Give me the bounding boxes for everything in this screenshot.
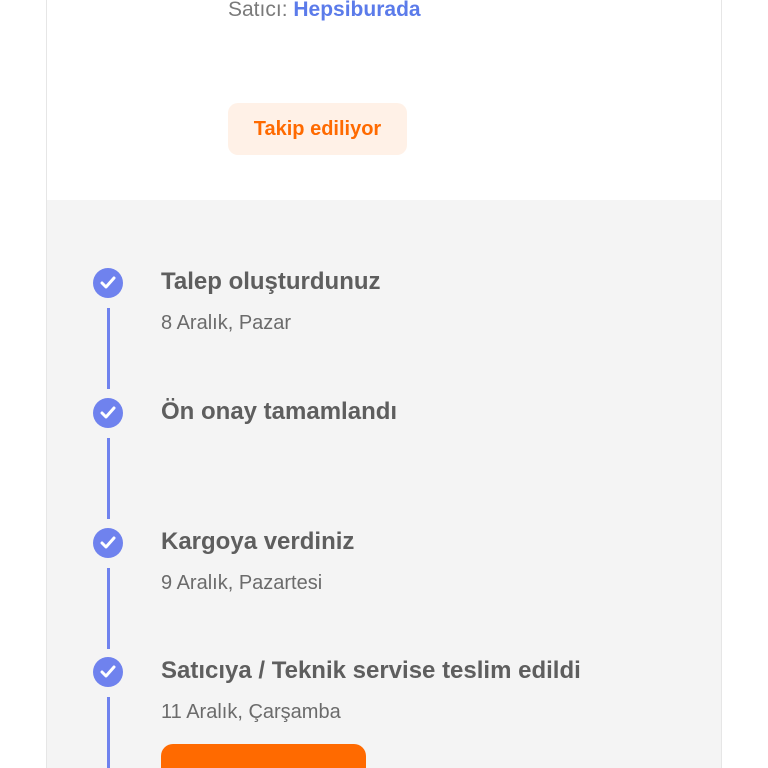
tracking-status-button[interactable]: Takip ediliyor bbox=[228, 103, 407, 155]
step-title: Kargoya verdiniz bbox=[161, 528, 355, 555]
timeline-connector bbox=[107, 697, 110, 768]
seller-name-link[interactable]: Hepsiburada bbox=[293, 0, 420, 21]
timeline-connector bbox=[107, 568, 110, 649]
step-date: 11 Aralık, Çarşamba bbox=[161, 701, 341, 723]
check-circle-icon bbox=[93, 657, 123, 687]
page-frame: Satıcı: Hepsiburada Takip ediliyor Talep… bbox=[46, 0, 722, 768]
seller-label: Satıcı: bbox=[228, 0, 288, 21]
step-title: Ön onay tamamlandı bbox=[161, 398, 398, 425]
check-circle-icon bbox=[93, 268, 123, 298]
step-title: Satıcıya / Teknik servise teslim edildi bbox=[161, 657, 581, 684]
step-action-button[interactable] bbox=[161, 744, 366, 768]
timeline-connector bbox=[107, 308, 110, 389]
timeline-panel: Talep oluşturdunuz 8 Aralık, Pazar Ön on… bbox=[47, 200, 721, 768]
seller-info: Satıcı: Hepsiburada bbox=[228, 0, 421, 22]
order-summary-card: Satıcı: Hepsiburada Takip ediliyor bbox=[47, 0, 721, 200]
check-circle-icon bbox=[93, 398, 123, 428]
step-date: 8 Aralık, Pazar bbox=[161, 312, 292, 334]
timeline-connector bbox=[107, 438, 110, 519]
step-title: Talep oluşturdunuz bbox=[161, 268, 381, 295]
check-circle-icon bbox=[93, 528, 123, 558]
step-date: 9 Aralık, Pazartesi bbox=[161, 572, 323, 594]
